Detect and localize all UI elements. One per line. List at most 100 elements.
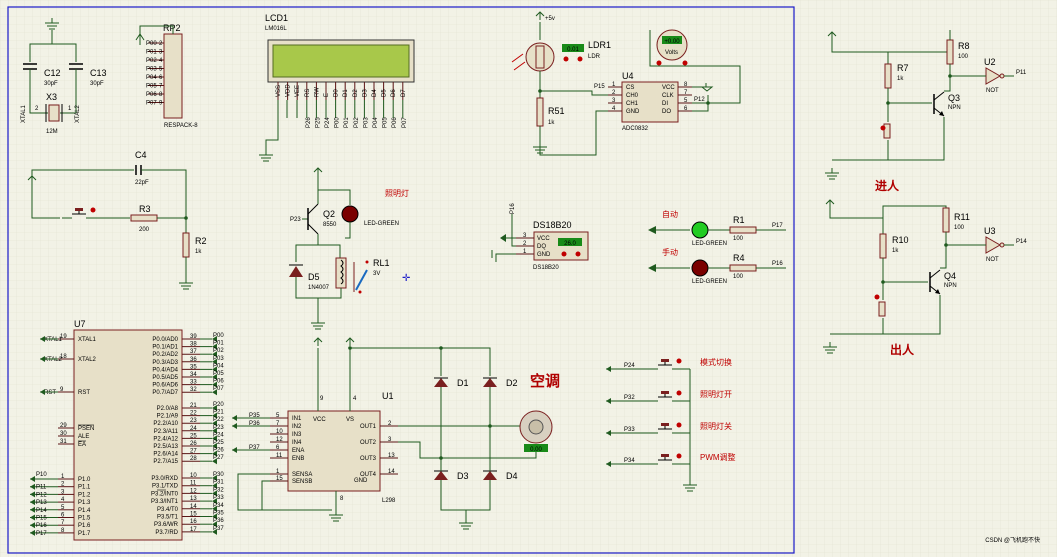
u7-pin-num: 24: [190, 426, 197, 432]
ds18b20-type: DS18B20: [533, 265, 559, 271]
led-light-note: 照明灯: [385, 188, 409, 198]
r51-value: 1k: [548, 120, 555, 126]
u7-p0-net: P03: [213, 356, 224, 362]
u7-pin-num: 21: [190, 403, 197, 409]
lcd1-net-label: P25: [315, 117, 321, 128]
u7-pin-name: P2.3/A11: [154, 429, 179, 435]
u7-p3-net: P35: [213, 511, 224, 517]
d5-ref: D5: [308, 272, 320, 282]
led_auto-type: LED-GREEN: [692, 241, 727, 247]
u7-pin-num: 30: [60, 431, 67, 437]
r10-ref: R10: [892, 235, 909, 245]
u7-p2-net: P25: [213, 440, 224, 446]
u7-p0-net: P06: [213, 379, 224, 385]
rp2-pin-label: P02: [146, 58, 157, 64]
c4-value: 22pF: [135, 180, 149, 186]
ldr1-terminal: [577, 56, 583, 62]
u7-net-label: XTAL1: [44, 337, 63, 343]
lcd1-pin-label: D6: [391, 89, 397, 97]
u7-net-label: RST: [44, 390, 56, 396]
r1-ref: R1: [733, 215, 745, 225]
r2-value: 1k: [195, 249, 202, 255]
r2-ref: R2: [195, 236, 207, 246]
c12-value: 30pF: [44, 81, 58, 87]
r8-ref: R8: [958, 41, 970, 51]
u7-pin-name: P3.4/T0: [157, 507, 179, 513]
u7-pin-num: 15: [190, 512, 197, 518]
r7-resistor-icon: [884, 63, 892, 89]
u7-pin-name: PSEN: [78, 426, 94, 432]
u7-pin-name: P1.5: [78, 516, 91, 522]
ds18b20-terminal: [561, 251, 567, 257]
d2-ref: D2: [506, 378, 518, 388]
u1-pin-name: OUT3: [360, 456, 377, 462]
u7-p0-net: P02: [213, 348, 224, 354]
u7-pin-name: XTAL2: [78, 357, 97, 363]
u7-p3-net: P30: [213, 472, 224, 478]
ds18b20-terminal: [575, 251, 581, 257]
u2-net: P11: [1016, 70, 1027, 76]
r1-net: P17: [772, 223, 783, 229]
led_manual-label: 手动: [662, 247, 678, 257]
exit-switch-indicator: [874, 294, 880, 300]
d5-type: 1N4007: [308, 285, 330, 291]
r10-value: 1k: [892, 248, 899, 254]
r8-value: 100: [958, 54, 969, 60]
ds18b20-ref: DS18B20: [533, 220, 572, 230]
u7-p2-net: P23: [213, 425, 224, 431]
r3-value: 200: [139, 227, 150, 233]
u7-pin-num: 26: [190, 441, 197, 447]
u1-pin-num: 12: [276, 437, 283, 443]
u7-pin-name: P0.6/AD6: [152, 383, 178, 389]
u7-pin-num: 28: [190, 456, 197, 462]
u7-p2-net: P24: [213, 432, 224, 438]
lcd1-net-label: P07: [402, 117, 408, 128]
button-indicator: [676, 453, 682, 459]
lcd1-net-label: P02: [354, 117, 360, 128]
lcd1-pin-label: D7: [401, 89, 407, 97]
r4-resistor-icon: [729, 264, 757, 272]
crystal-icon: [48, 104, 60, 122]
readout-value: 26.0: [564, 241, 576, 247]
d3-ref: D3: [457, 471, 469, 481]
rp2-pin-label: P01: [146, 50, 157, 56]
u4-ref: U4: [622, 71, 634, 81]
u7-p1-net: P16: [36, 523, 47, 529]
u7-p0-net: P01: [213, 341, 224, 347]
lcd1-pin-label: D1: [343, 89, 349, 97]
r1-resistor-icon: [729, 226, 757, 234]
junction-dot: [944, 243, 948, 247]
button-net: P33: [624, 427, 635, 433]
u7-pin-name: P0.0/AD0: [152, 337, 178, 343]
u4-pin-name: DO: [662, 109, 671, 115]
readout-value: 0.00: [530, 447, 542, 453]
u7-pin-num: 33: [190, 380, 197, 386]
u7-pin-num: 25: [190, 433, 197, 439]
lcd1-pin-label: D3: [362, 89, 368, 97]
u7-p0-net: P04: [213, 363, 224, 369]
button-indicator: [676, 358, 682, 364]
u7-p1-net: P12: [36, 492, 47, 498]
button-cap: [661, 391, 669, 394]
u1-pin-name: VCC: [313, 417, 326, 423]
led_auto-label: 自动: [662, 209, 678, 219]
gate-bubble: [999, 73, 1005, 79]
u7-pin-num: 22: [190, 411, 197, 417]
u4-type: ADC0832: [622, 126, 649, 132]
enter-switch-indicator: [880, 125, 886, 131]
u7-p2-net: P21: [213, 410, 224, 416]
u4-pin-name: CS: [626, 85, 634, 91]
u1-pin-name: OUT4: [360, 472, 377, 478]
u2-ref: U2: [984, 57, 996, 67]
button-net: P24: [624, 363, 635, 369]
u7-pin-name: P3.0/RXD: [151, 476, 178, 482]
ldr1-supply: +5v: [545, 16, 555, 22]
u7-pin-name: P0.7/AD7: [152, 390, 178, 396]
relay-pin: [365, 260, 369, 264]
u7-pin-name: P3.2/INT0: [151, 491, 179, 497]
junction-dot: [948, 74, 952, 78]
relay-pin: [358, 290, 362, 294]
u7-pin-name: P1.2: [78, 492, 91, 498]
ds18b20-pin-name: GND: [537, 252, 551, 258]
u1-pin-name: IN3: [292, 432, 302, 438]
